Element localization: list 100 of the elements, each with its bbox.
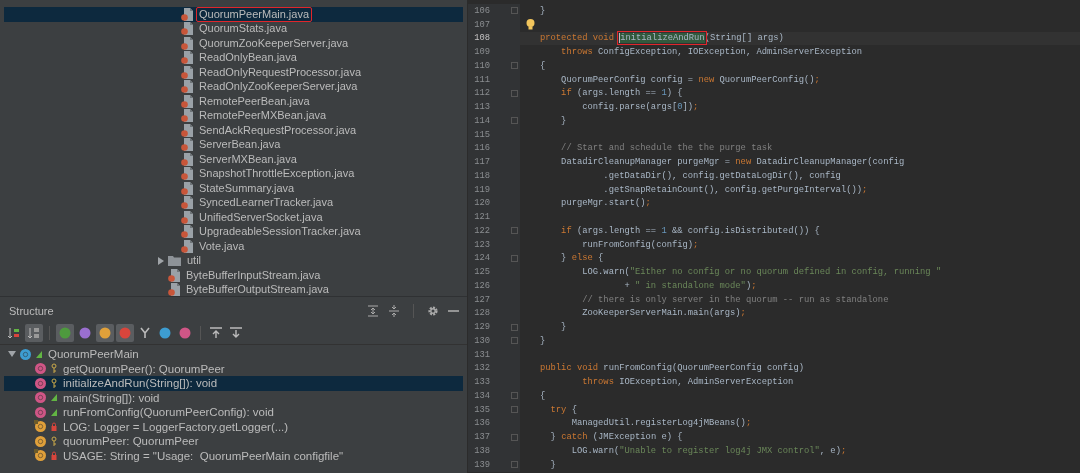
fork-icon — [140, 327, 150, 339]
code-line: QuorumPeerConfig config = new QuorumPeerConfig(); — [560, 74, 820, 85]
java-file-icon — [181, 123, 193, 137]
sort-alpha-icon — [27, 327, 39, 339]
file-tree-item[interactable]: ByteBufferInputStream.java — [183, 267, 324, 283]
code-line: public void runFromConfig(QuorumPeerConfig config) — [540, 363, 804, 374]
line-number: 110 — [473, 60, 490, 71]
code-line: } — [540, 5, 546, 16]
line-number: 128 — [473, 308, 490, 319]
java-file-icon — [181, 51, 193, 65]
collapsed-arrow-icon[interactable] — [157, 256, 165, 265]
code-line: // Start and schedule the the purge task — [560, 143, 773, 154]
line-number: 106 — [473, 5, 490, 16]
file-tree-item[interactable]: RemotePeerBean.java — [196, 93, 313, 109]
line-number: 129 — [473, 322, 490, 333]
line-number: 134 — [473, 390, 490, 401]
code-line: // there is only server in the quorum -- run as standalone — [581, 294, 889, 305]
code-line: protected void initializeAndRun(String[] args) — [540, 33, 784, 44]
fold-icon[interactable] — [511, 117, 518, 125]
code-line: try { — [549, 404, 577, 415]
file-tree-item[interactable]: SnapshotThrottleException.java — [196, 166, 358, 182]
line-number: 112 — [473, 88, 490, 99]
line-number: 116 — [473, 143, 490, 154]
panel-title: Structure — [9, 305, 55, 317]
file-tree-item[interactable]: ReadOnlyRequestProcessor.java — [196, 64, 365, 80]
java-file-icon — [181, 7, 193, 21]
structure-item[interactable]: USAGE: String = "Usage: QuorumPeerMain configfile" — [63, 449, 344, 462]
file-tree-item[interactable]: util — [184, 253, 205, 269]
fold-icon[interactable] — [511, 7, 518, 15]
code-line: purgeMgr.start(); — [560, 198, 651, 209]
code-line: } catch (JMException e) { — [549, 432, 683, 443]
fold-icon[interactable] — [511, 461, 518, 469]
line-number: 121 — [473, 212, 490, 223]
file-tree-item[interactable]: UnifiedServerSocket.java — [196, 209, 326, 225]
code-line: throws IOException, AdminServerException — [581, 377, 794, 388]
expanded-arrow-icon[interactable] — [8, 350, 16, 359]
structure-item[interactable]: LOG: Logger = LoggerFactory.getLogger(...) — [63, 420, 289, 433]
java-file-icon — [181, 167, 193, 181]
code-line: { — [540, 390, 546, 401]
structure-item[interactable]: getQuorumPeer(): QuorumPeer — [63, 362, 225, 375]
line-number: 123 — [473, 239, 490, 250]
code-line: } — [560, 115, 567, 126]
fold-icon[interactable] — [511, 89, 518, 97]
structure-item[interactable]: QuorumPeerMain — [48, 348, 139, 361]
line-number: 115 — [473, 129, 490, 140]
code-line: DatadirCleanupManager purgeMgr = new DatadirCleanupManager(config — [560, 157, 905, 168]
file-tree-item[interactable]: Vote.java — [196, 238, 248, 254]
file-tree-item[interactable]: UpgradeableSessionTracker.java — [196, 224, 364, 240]
fold-icon[interactable] — [511, 406, 518, 414]
fold-icon[interactable] — [511, 323, 518, 331]
code-line: } else { — [560, 253, 604, 264]
line-number: 120 — [473, 198, 490, 209]
line-number: 108 — [473, 33, 490, 44]
fold-icon[interactable] — [511, 227, 518, 235]
line-number: 122 — [473, 225, 490, 236]
line-number: 125 — [473, 267, 490, 278]
file-tree-item[interactable]: RemotePeerMXBean.java — [196, 108, 330, 124]
code-line: } — [549, 459, 556, 470]
fold-icon[interactable] — [511, 62, 518, 70]
line-number: 136 — [473, 418, 490, 429]
file-tree-item[interactable]: QuorumStats.java — [196, 21, 291, 37]
expand-all-icon[interactable] — [367, 305, 379, 317]
file-tree-item[interactable]: SyncedLearnerTracker.java — [196, 195, 337, 211]
file-tree-item[interactable]: QuorumPeerMain.java — [196, 6, 313, 22]
code-line: .getDataDir(), config.getDataLogDir(), config — [602, 170, 841, 181]
file-tree-item[interactable]: ServerBean.java — [196, 137, 284, 153]
toolbar-toggle[interactable] — [25, 324, 43, 342]
line-number: 109 — [473, 47, 490, 58]
settings-icon[interactable] — [427, 305, 439, 317]
file-tree-item[interactable]: ReadOnlyBean.java — [196, 50, 300, 66]
code-line: ManagedUtil.registerLog4jMBeans(); — [570, 418, 752, 429]
java-file-icon — [181, 22, 193, 36]
line-number: 133 — [473, 377, 490, 388]
line-number: 114 — [473, 115, 490, 126]
file-tree-item[interactable]: StateSummary.java — [196, 180, 298, 196]
sort-icon — [7, 327, 19, 339]
file-tree-item[interactable]: SendAckRequestProcessor.java — [196, 122, 360, 138]
file-tree-item[interactable]: QuorumZooKeeperServer.java — [196, 35, 352, 51]
line-number: 124 — [473, 253, 490, 264]
structure-item[interactable]: quorumPeer: QuorumPeer — [63, 435, 199, 448]
code-line: LOG.warn("Either no config or no quorum defined in config, running " — [581, 267, 942, 278]
code-line: if (args.length == 1) { — [560, 88, 683, 99]
fold-icon[interactable] — [511, 337, 518, 345]
code-line: + " in standalone mode"); — [623, 280, 757, 291]
file-tree-item[interactable]: ByteBufferOutputStream.java — [183, 282, 332, 298]
line-number: 107 — [473, 19, 490, 30]
file-tree-item[interactable]: ServerMXBean.java — [196, 151, 300, 167]
lightbulb-icon[interactable] — [525, 19, 535, 31]
fold-icon[interactable] — [511, 433, 518, 441]
collapse-icon — [229, 327, 243, 338]
fold-icon[interactable] — [511, 254, 518, 262]
java-file-icon — [181, 65, 193, 79]
line-number: 118 — [473, 170, 490, 181]
line-number: 138 — [473, 445, 490, 456]
structure-item[interactable]: main(String[]): void — [63, 391, 160, 404]
file-tree-item[interactable]: ReadOnlyZooKeeperServer.java — [196, 79, 361, 95]
code-line: config.parse(args[0]); — [581, 102, 699, 113]
collapse-all-icon[interactable] — [388, 305, 400, 317]
structure-item[interactable]: runFromConfig(QuorumPeerConfig): void — [63, 406, 274, 419]
fold-icon[interactable] — [511, 392, 518, 400]
